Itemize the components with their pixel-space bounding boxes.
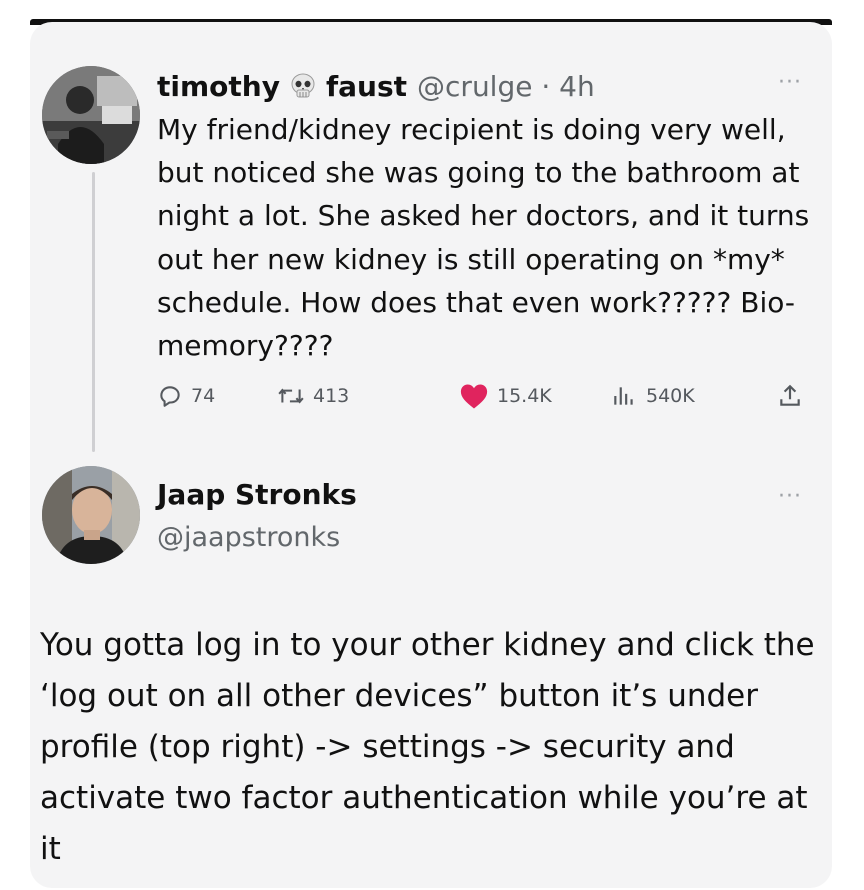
display-name-first[interactable]: timothy xyxy=(157,70,280,103)
retweet-count: 413 xyxy=(313,385,350,407)
avatar-timothy[interactable] xyxy=(42,66,140,164)
skull-icon xyxy=(288,71,318,101)
like-icon xyxy=(460,384,488,409)
share-button[interactable] xyxy=(777,378,811,414)
share-icon xyxy=(780,384,800,406)
views-count: 540K xyxy=(646,385,695,407)
views-button[interactable]: 540K xyxy=(610,378,695,414)
retweet-icon xyxy=(278,388,304,404)
like-count: 15.4K xyxy=(497,385,552,407)
retweet-button[interactable]: 413 xyxy=(277,378,349,414)
views-icon xyxy=(614,387,633,405)
reply-text: You gotta log in to your other kidney an… xyxy=(40,627,815,867)
handle-and-time[interactable]: @crulge · 4h xyxy=(417,70,595,103)
thread-connector xyxy=(92,172,95,452)
like-button[interactable]: 15.4K xyxy=(459,378,552,414)
reply-handle[interactable]: @jaapstronks xyxy=(157,522,340,553)
reply-icon xyxy=(160,386,180,407)
reply-display-name[interactable]: Jaap Stronks xyxy=(157,478,357,511)
more-icon[interactable]: ··· xyxy=(778,70,802,95)
tweet-author-row: timothy faust @crulge · 4h xyxy=(157,66,595,106)
tweet-text: My friend/kidney recipient is doing very… xyxy=(157,113,810,363)
avatar-jaap[interactable] xyxy=(42,466,140,564)
reply-count: 74 xyxy=(191,385,216,407)
tweet-actions: 74 413 15.4K 540K xyxy=(157,378,817,414)
display-name-second[interactable]: faust xyxy=(326,70,407,103)
reply-more-icon[interactable]: ··· xyxy=(778,484,802,509)
reply-button[interactable]: 74 xyxy=(157,378,215,414)
